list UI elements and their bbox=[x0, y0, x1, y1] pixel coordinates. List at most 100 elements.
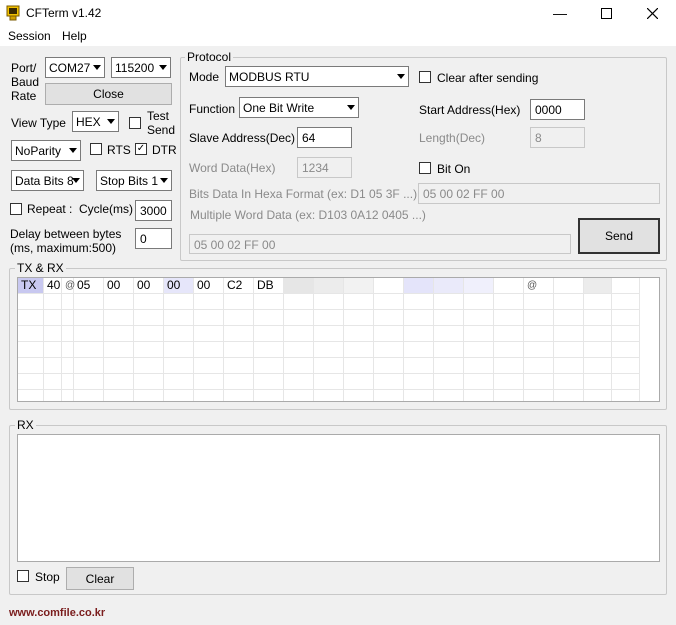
parity-value: NoParity bbox=[15, 144, 62, 158]
txrx-empty-cell bbox=[284, 358, 314, 374]
txrx-empty-cell bbox=[254, 294, 284, 310]
txrx-empty-cell bbox=[254, 390, 284, 401]
txrx-empty-cell bbox=[18, 310, 44, 326]
txrx-empty-cell bbox=[194, 294, 224, 310]
chevron-down-icon bbox=[107, 119, 115, 124]
txrx-cell: @ bbox=[524, 278, 554, 294]
bit-on-checkbox[interactable] bbox=[419, 162, 431, 174]
txrx-empty-cell bbox=[554, 326, 584, 342]
txrx-empty-cell bbox=[314, 326, 344, 342]
txrx-empty-cell bbox=[74, 358, 104, 374]
txrx-empty-cell bbox=[434, 310, 464, 326]
txrx-cell bbox=[284, 278, 314, 294]
close-icon bbox=[646, 7, 658, 19]
length-input[interactable]: 8 bbox=[530, 127, 585, 148]
txrx-empty-cell bbox=[554, 342, 584, 358]
rx-grid[interactable] bbox=[17, 434, 660, 562]
txrx-empty-cell bbox=[194, 374, 224, 390]
bits-data-input[interactable]: 05 00 02 FF 00 bbox=[418, 183, 660, 204]
txrx-cell bbox=[434, 278, 464, 294]
txrx-empty-cell bbox=[374, 342, 404, 358]
txrx-empty-cell bbox=[224, 342, 254, 358]
txrx-empty-cell bbox=[314, 294, 344, 310]
txrx-empty-cell bbox=[464, 310, 494, 326]
txrx-cell: @ bbox=[62, 278, 75, 294]
txrx-grid[interactable]: TX 40 @05 00 00 00 00 C2 DB @ bbox=[17, 277, 660, 402]
word-data-input[interactable]: 1234 bbox=[297, 157, 352, 178]
baud-value: 115200 bbox=[115, 61, 155, 75]
start-address-input[interactable]: 0000 bbox=[530, 99, 585, 120]
bit-on-label: Bit On bbox=[437, 162, 471, 176]
txrx-empty-cell bbox=[164, 358, 194, 374]
txrx-empty-cell bbox=[18, 326, 44, 342]
chevron-down-icon bbox=[69, 148, 77, 153]
txrx-empty-cell bbox=[524, 342, 554, 358]
menu-help[interactable]: Help bbox=[62, 29, 87, 43]
function-select[interactable]: One Bit Write bbox=[239, 97, 359, 118]
repeat-checkbox[interactable] bbox=[10, 203, 22, 215]
txrx-empty-cell bbox=[74, 390, 104, 401]
stop-bits-value: Stop Bits 1 bbox=[100, 174, 159, 188]
send-button[interactable]: Send bbox=[578, 218, 660, 254]
rts-checkbox[interactable] bbox=[90, 143, 102, 155]
close-port-button[interactable]: Close bbox=[45, 83, 172, 105]
rx-group-label: RX bbox=[15, 418, 36, 432]
mode-value: MODBUS RTU bbox=[229, 70, 310, 84]
txrx-empty-cell bbox=[554, 310, 584, 326]
delay-input[interactable]: 0 bbox=[135, 228, 172, 249]
txrx-cell: TX bbox=[18, 278, 44, 294]
txrx-empty-cell bbox=[224, 390, 254, 401]
multi-word-label: Multiple Word Data (ex: D103 0A12 0405 .… bbox=[190, 208, 426, 222]
parity-select[interactable]: NoParity bbox=[11, 140, 81, 161]
txrx-empty-cell bbox=[344, 390, 374, 401]
txrx-empty-cell bbox=[284, 374, 314, 390]
txrx-empty-cell bbox=[612, 390, 640, 401]
txrx-empty-cell bbox=[494, 358, 524, 374]
txrx-empty-cell bbox=[254, 310, 284, 326]
txrx-empty-cell bbox=[314, 390, 344, 401]
menu-session[interactable]: Session bbox=[8, 29, 51, 43]
txrx-empty-cell bbox=[404, 326, 434, 342]
txrx-empty-cell bbox=[374, 326, 404, 342]
test-send-label: Test Send bbox=[147, 109, 176, 137]
txrx-empty-cell bbox=[344, 310, 374, 326]
txrx-empty-cell bbox=[554, 358, 584, 374]
txrx-empty-cell bbox=[164, 294, 194, 310]
txrx-cell bbox=[404, 278, 434, 294]
txrx-empty-cell bbox=[104, 374, 134, 390]
txrx-empty-cell bbox=[584, 326, 612, 342]
txrx-empty-cell bbox=[18, 358, 44, 374]
txrx-empty-cell bbox=[464, 358, 494, 374]
txrx-empty-cell bbox=[224, 374, 254, 390]
txrx-empty-cell bbox=[62, 342, 74, 358]
port-select[interactable]: COM27 bbox=[45, 57, 105, 78]
stop-bits-select[interactable]: Stop Bits 1 bbox=[96, 170, 172, 191]
stop-checkbox[interactable] bbox=[17, 570, 29, 582]
footer-url[interactable]: www.comfile.co.kr bbox=[9, 607, 105, 619]
txrx-cell bbox=[464, 278, 494, 294]
chevron-down-icon bbox=[160, 178, 168, 183]
baud-select[interactable]: 115200 bbox=[111, 57, 171, 78]
test-send-checkbox[interactable] bbox=[129, 117, 141, 129]
clear-after-sending-checkbox[interactable] bbox=[419, 71, 431, 83]
maximize-button[interactable] bbox=[583, 0, 629, 26]
txrx-empty-cell bbox=[374, 358, 404, 374]
txrx-empty-cell bbox=[494, 294, 524, 310]
txrx-empty-cell bbox=[44, 390, 62, 401]
data-bits-select[interactable]: Data Bits 8 bbox=[11, 170, 84, 191]
cycle-input[interactable]: 3000 bbox=[135, 200, 172, 221]
txrx-empty-cell bbox=[524, 390, 554, 401]
view-type-select[interactable]: HEX bbox=[72, 111, 119, 132]
mode-select[interactable]: MODBUS RTU bbox=[225, 66, 409, 87]
dtr-checkbox[interactable]: ✓ bbox=[135, 143, 147, 155]
txrx-empty-cell bbox=[464, 390, 494, 401]
clear-rx-button[interactable]: Clear bbox=[66, 567, 134, 590]
txrx-empty-cell bbox=[194, 342, 224, 358]
close-window-button[interactable] bbox=[629, 0, 675, 26]
txrx-empty-cell bbox=[612, 342, 640, 358]
slave-address-input[interactable]: 64 bbox=[297, 127, 352, 148]
output-field[interactable]: 05 00 02 FF 00 bbox=[189, 234, 571, 254]
minimize-button[interactable]: — bbox=[537, 0, 583, 26]
txrx-empty-cell bbox=[74, 294, 104, 310]
chevron-down-icon bbox=[397, 74, 405, 79]
